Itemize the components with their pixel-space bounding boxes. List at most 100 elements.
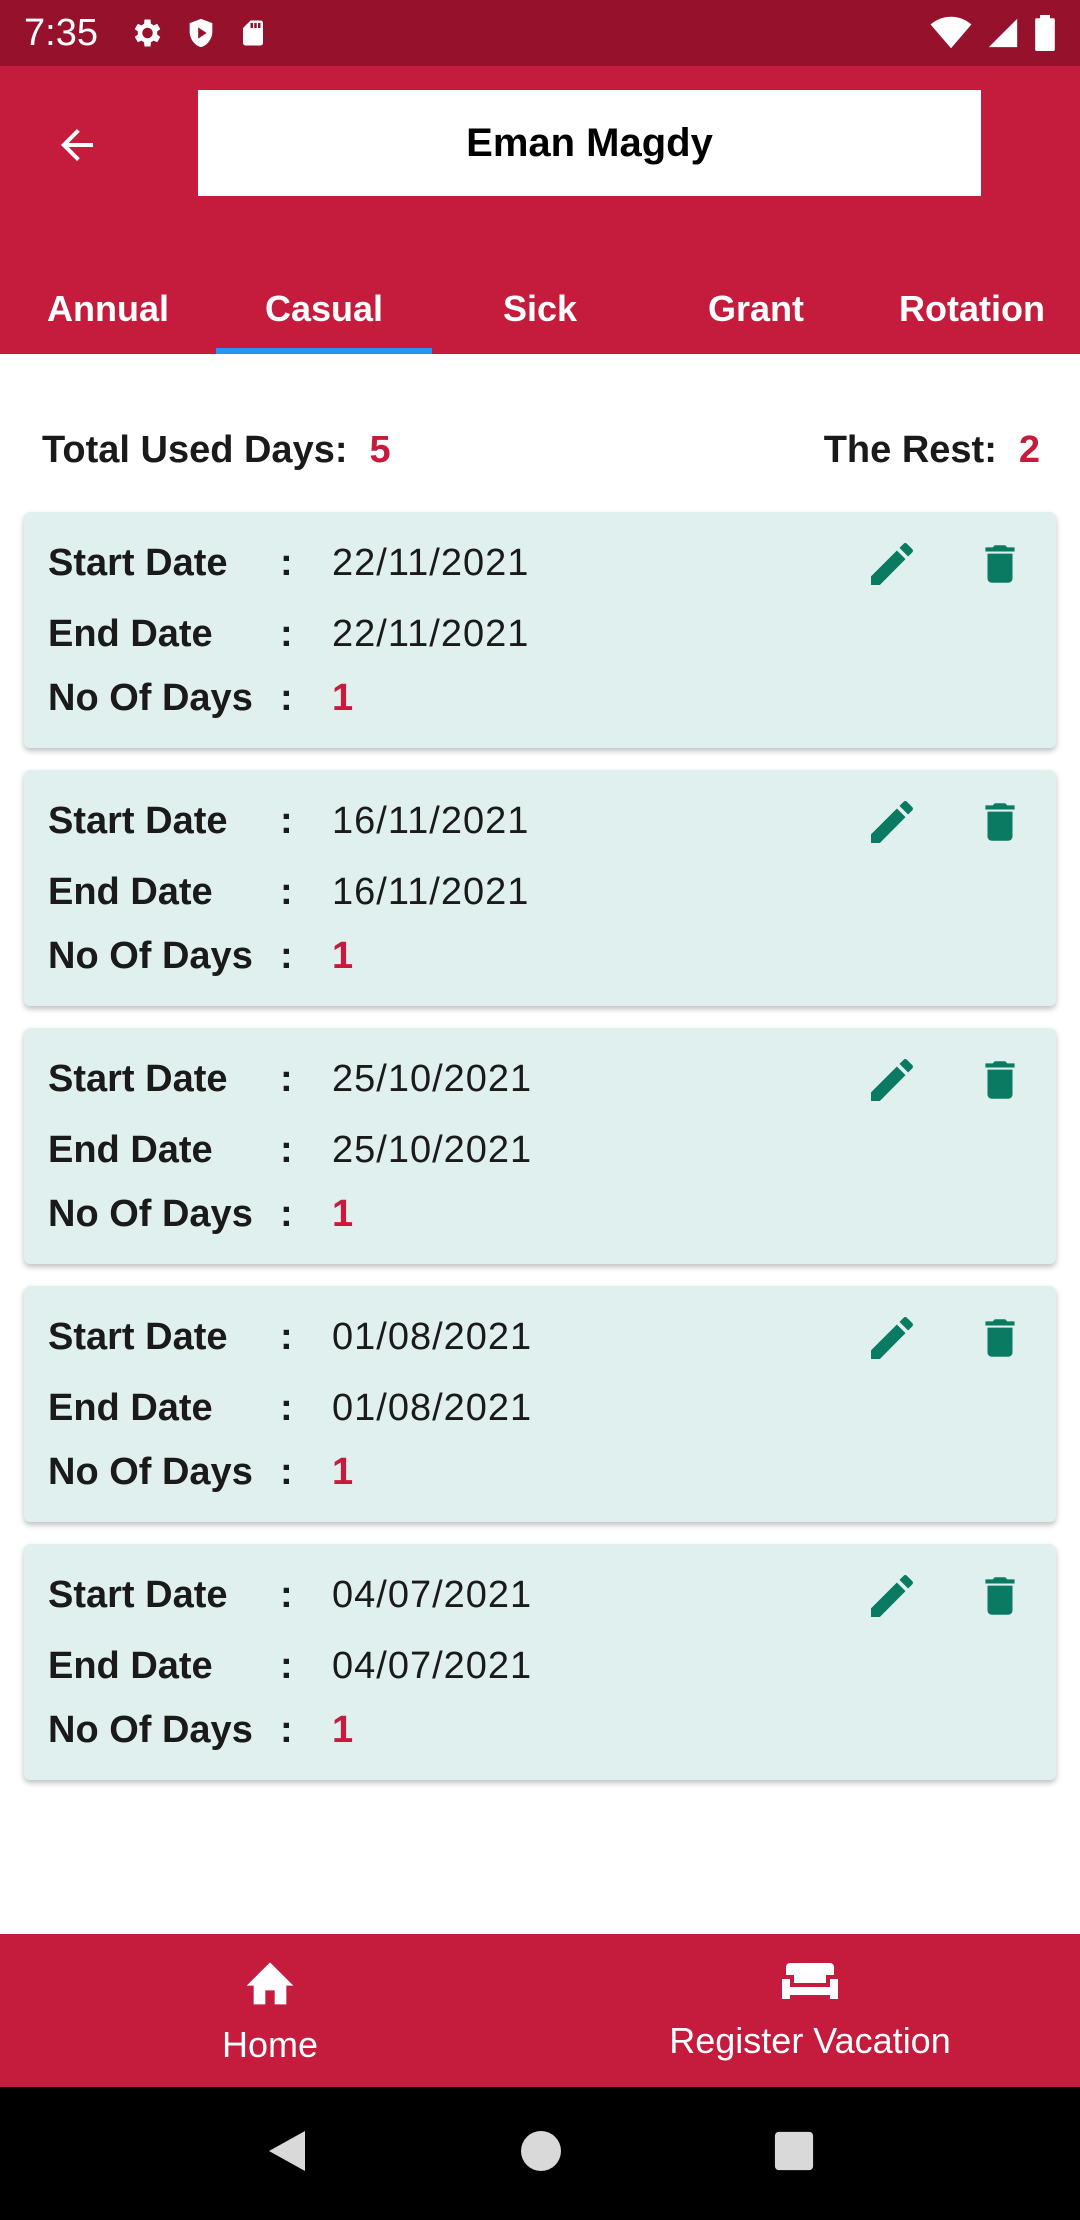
end-date-label: End Date: [48, 1128, 213, 1171]
days-value: 1: [332, 934, 355, 977]
employee-name-title: Eman Magdy: [198, 90, 981, 196]
colon: :: [280, 676, 293, 719]
tab-label: Casual: [264, 288, 384, 329]
start-date-value: 01/08/2021: [332, 1315, 533, 1358]
delete-button[interactable]: [970, 794, 1030, 854]
end-date-value: 04/07/2021: [332, 1644, 533, 1687]
end-date-value: 16/11/2021: [332, 870, 530, 913]
sofa-icon: [778, 1959, 842, 2012]
colon: :: [280, 612, 293, 655]
edit-button[interactable]: [862, 1568, 922, 1628]
edit-button[interactable]: [862, 1052, 922, 1112]
days-label: No Of Days: [48, 1708, 253, 1751]
days-label: No Of Days: [48, 1450, 253, 1493]
days-value: 1: [332, 676, 355, 719]
days-label: No Of Days: [48, 676, 253, 719]
tab-label: Annual: [47, 288, 169, 329]
end-date-label: End Date: [48, 870, 213, 913]
start-date-value: 22/11/2021: [332, 541, 530, 584]
end-date-value: 01/08/2021: [332, 1386, 533, 1429]
colon: :: [280, 1057, 293, 1100]
back-triangle-icon[interactable]: [265, 2127, 309, 2180]
shield-icon: [184, 15, 218, 51]
home-circle-icon[interactable]: [519, 2129, 563, 2178]
arrow-back-icon: [53, 121, 101, 174]
pencil-icon: [864, 794, 920, 855]
screen: 7:35 Eman Magdy Annual Casual Sick Grant…: [0, 0, 1080, 2220]
delete-button[interactable]: [970, 1568, 1030, 1628]
tab-label: Rotation: [899, 288, 1045, 329]
edit-button[interactable]: [862, 536, 922, 596]
active-tab-indicator: [216, 348, 432, 354]
trash-icon: [975, 1568, 1025, 1629]
days-value: 1: [332, 1450, 355, 1493]
start-date-label: Start Date: [48, 799, 228, 842]
colon: :: [280, 934, 293, 977]
nav-register-vacation[interactable]: Register Vacation: [540, 1934, 1080, 2087]
vacation-card: Start Date:04/07/2021 End Date:04/07/202…: [24, 1544, 1056, 1780]
colon: :: [280, 1708, 293, 1751]
vacation-card: Start Date:22/11/2021 End Date:22/11/202…: [24, 512, 1056, 748]
pencil-icon: [864, 1568, 920, 1629]
colon: :: [280, 1644, 293, 1687]
edit-button[interactable]: [862, 1310, 922, 1370]
days-label: No Of Days: [48, 934, 253, 977]
tab-sick[interactable]: Sick: [432, 264, 648, 354]
tab-grant[interactable]: Grant: [648, 264, 864, 354]
bottom-navigation: Home Register Vacation: [0, 1934, 1080, 2087]
system-navigation-bar: [0, 2087, 1080, 2220]
colon: :: [280, 1315, 293, 1358]
start-date-label: Start Date: [48, 1057, 228, 1100]
trash-icon: [975, 1310, 1025, 1371]
days-value: 1: [332, 1192, 355, 1235]
delete-button[interactable]: [970, 1310, 1030, 1370]
leave-type-tabs: Annual Casual Sick Grant Rotation: [0, 264, 1080, 354]
total-used-days: Total Used Days: 5: [42, 429, 391, 472]
days-label: No Of Days: [48, 1192, 253, 1235]
recents-square-icon[interactable]: [773, 2130, 815, 2177]
nav-register-vacation-label: Register Vacation: [669, 2020, 951, 2061]
tab-label: Grant: [707, 288, 804, 329]
tab-rotation[interactable]: Rotation: [864, 264, 1080, 354]
tab-casual[interactable]: Casual: [216, 264, 432, 354]
trash-icon: [975, 794, 1025, 855]
edit-button[interactable]: [862, 794, 922, 854]
sd-card-icon: [238, 16, 268, 50]
vacation-card: Start Date:16/11/2021 End Date:16/11/202…: [24, 770, 1056, 1006]
end-date-label: End Date: [48, 1644, 213, 1687]
colon: :: [280, 1386, 293, 1429]
pencil-icon: [864, 1052, 920, 1113]
total-used-value: 5: [369, 428, 391, 471]
delete-button[interactable]: [970, 536, 1030, 596]
start-date-value: 25/10/2021: [332, 1057, 533, 1100]
trash-icon: [975, 1052, 1025, 1113]
start-date-value: 16/11/2021: [332, 799, 530, 842]
colon: :: [280, 1450, 293, 1493]
start-date-value: 04/07/2021: [332, 1573, 533, 1616]
colon: :: [280, 1128, 293, 1171]
nav-home[interactable]: Home: [0, 1934, 540, 2087]
end-date-value: 25/10/2021: [332, 1128, 533, 1171]
nav-home-label: Home: [221, 2024, 319, 2065]
end-date-label: End Date: [48, 1386, 213, 1429]
back-button[interactable]: [40, 110, 114, 184]
pencil-icon: [864, 1310, 920, 1371]
app-bar: Eman Magdy Annual Casual Sick Grant Rota…: [0, 66, 1080, 354]
status-time: 7:35: [24, 11, 98, 54]
start-date-label: Start Date: [48, 1573, 228, 1616]
delete-button[interactable]: [970, 1052, 1030, 1112]
home-icon: [242, 1955, 298, 2016]
days-value: 1: [332, 1708, 355, 1751]
tab-annual[interactable]: Annual: [0, 264, 216, 354]
status-bar: 7:35: [0, 0, 1080, 66]
vacation-card: Start Date:01/08/2021 End Date:01/08/202…: [24, 1286, 1056, 1522]
gear-icon: [128, 15, 164, 51]
end-date-value: 22/11/2021: [332, 612, 530, 655]
trash-icon: [975, 536, 1025, 597]
battery-icon: [1034, 15, 1056, 51]
wifi-icon: [930, 16, 972, 50]
pencil-icon: [864, 536, 920, 597]
colon: :: [280, 870, 293, 913]
rest-value: 2: [1018, 428, 1040, 471]
colon: :: [280, 1573, 293, 1616]
